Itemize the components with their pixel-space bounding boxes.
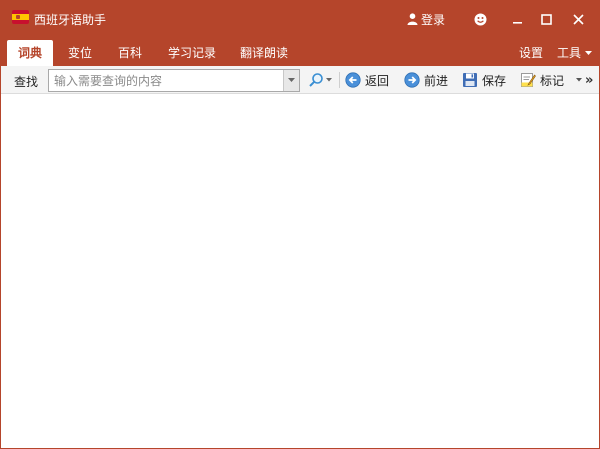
menu-bar: 词典 变位 百科 学习记录 翻译朗读 设置 工具 (1, 37, 599, 66)
toolbar: 查找 返回 (1, 66, 599, 94)
tab-encyclopedia[interactable]: 百科 (109, 40, 151, 66)
note-pencil-icon (521, 73, 536, 87)
tools-menu[interactable]: 工具 (557, 40, 593, 66)
login-label: 登录 (421, 12, 446, 27)
title-bar: 西班牙语助手 登录 (1, 1, 599, 37)
forward-button[interactable]: 前进 (404, 70, 448, 90)
chevron-down-icon (326, 78, 332, 82)
dictionary-content-area (1, 95, 599, 448)
user-icon (407, 13, 418, 25)
mark-label: 标记 (540, 73, 565, 88)
minimize-button[interactable] (505, 7, 529, 31)
chevron-down-icon (576, 78, 582, 82)
login-button[interactable]: 登录 (407, 11, 445, 27)
maximize-button[interactable] (534, 7, 558, 31)
save-label: 保存 (482, 73, 507, 88)
more-chevrons-icon: » (585, 72, 594, 88)
spain-flag-icon (12, 10, 29, 24)
tab-translate-read[interactable]: 翻译朗读 (233, 40, 295, 66)
feedback-button[interactable] (468, 7, 492, 31)
mark-button[interactable]: 标记 (520, 70, 564, 90)
chevron-down-icon (288, 78, 295, 82)
maximize-icon (540, 13, 552, 25)
minimize-icon (512, 21, 522, 24)
forward-arrow-icon (404, 72, 420, 88)
smiley-icon (474, 13, 486, 25)
back-label: 返回 (365, 73, 390, 88)
tools-label: 工具 (557, 46, 582, 60)
toolbar-overflow-button[interactable]: » (576, 70, 593, 90)
floppy-disk-icon (463, 73, 477, 87)
tab-study-record[interactable]: 学习记录 (161, 40, 223, 66)
search-label: 查找 (14, 75, 39, 89)
search-history-dropdown[interactable] (283, 70, 299, 91)
close-icon (572, 13, 584, 25)
search-combobox[interactable] (48, 69, 300, 92)
close-button[interactable] (566, 7, 590, 31)
magnifier-icon (309, 73, 323, 87)
chevron-down-icon (585, 50, 593, 55)
tab-conjugation[interactable]: 变位 (59, 40, 101, 66)
forward-label: 前进 (424, 73, 449, 88)
search-input[interactable] (49, 70, 283, 91)
app-window: 西班牙语助手 登录 词典 变位 百科 学习记录 翻译朗读 设置 工具 查找 输入… (0, 0, 600, 449)
save-button[interactable]: 保存 (462, 70, 506, 90)
app-title: 西班牙语助手 (34, 13, 107, 27)
search-button[interactable] (308, 70, 332, 90)
tab-dictionary[interactable]: 词典 (7, 40, 53, 66)
back-arrow-icon (345, 72, 361, 88)
back-button[interactable]: 返回 (345, 70, 389, 90)
toolbar-divider (339, 72, 340, 88)
settings-menu[interactable]: 设置 (519, 40, 543, 66)
